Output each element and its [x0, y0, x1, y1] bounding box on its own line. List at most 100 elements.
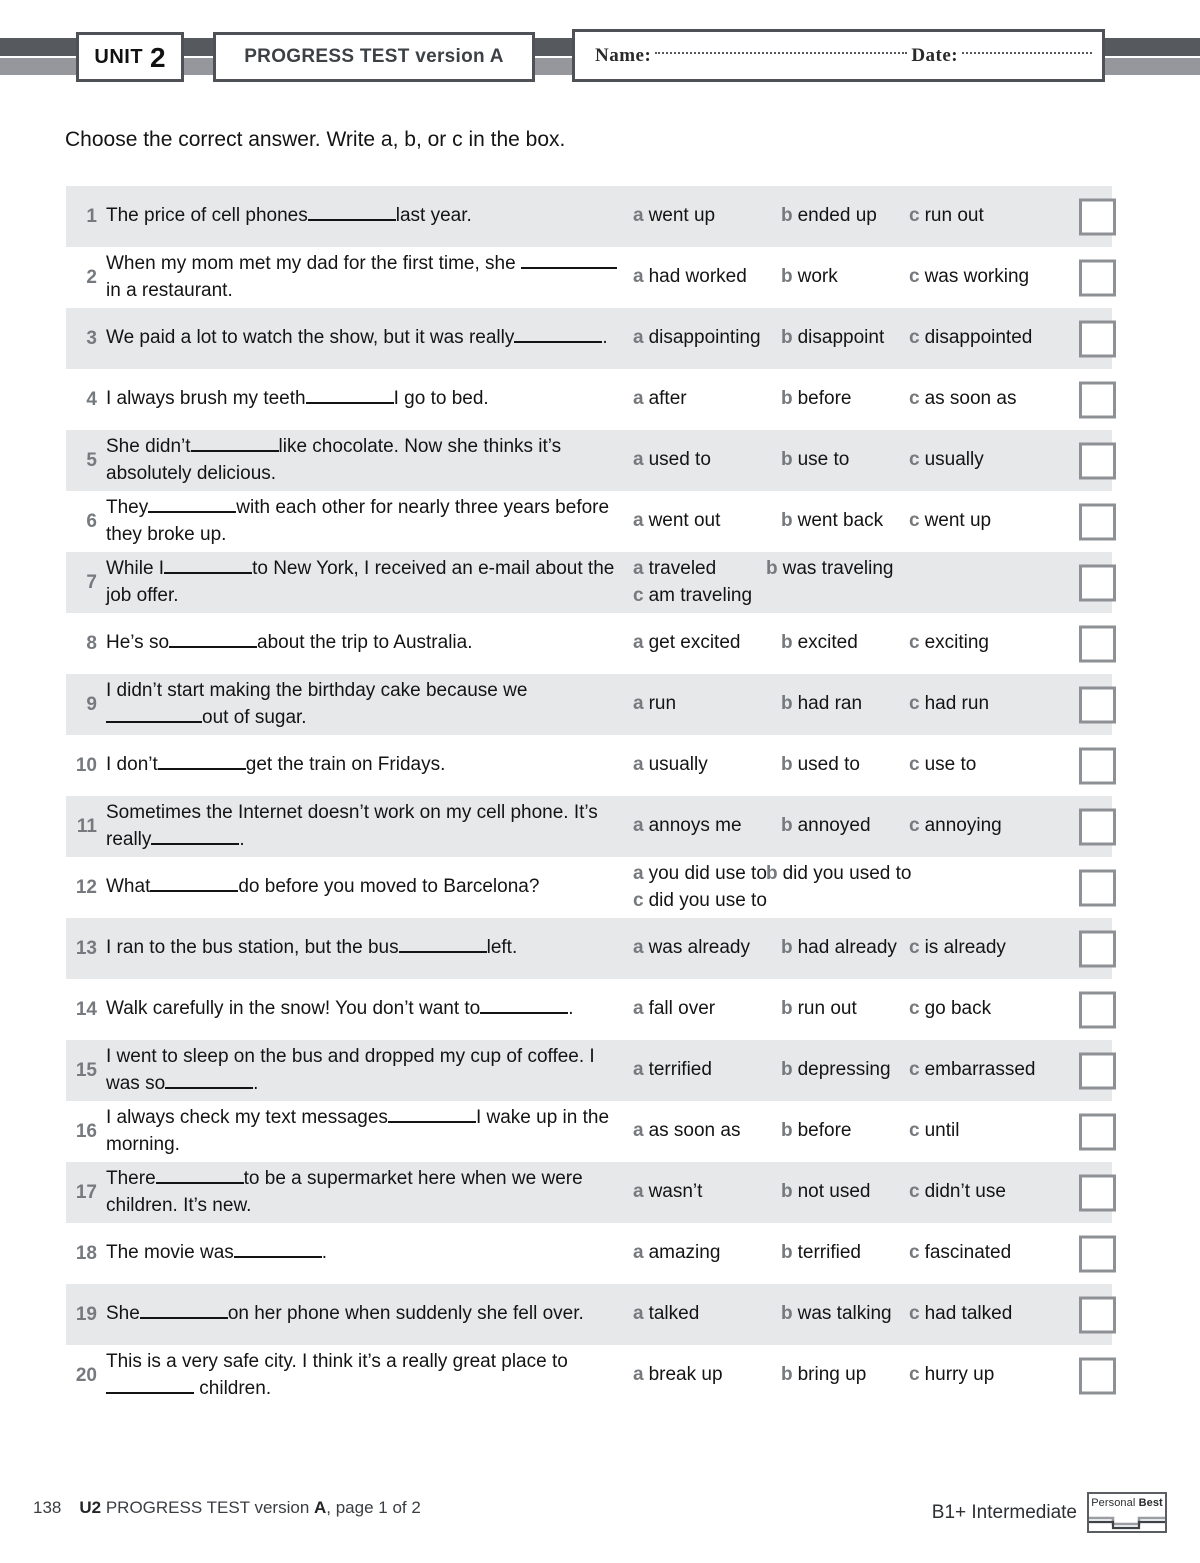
- answer-blank[interactable]: [398, 936, 487, 954]
- option-b[interactable]: b was traveling: [766, 556, 898, 583]
- answer-blank[interactable]: [165, 1072, 254, 1089]
- option-b[interactable]: b run out: [781, 996, 909, 1023]
- answer-box[interactable]: [1079, 198, 1116, 235]
- option-a[interactable]: a as soon as: [633, 1118, 781, 1145]
- option-a[interactable]: a fall over: [633, 996, 781, 1023]
- option-b[interactable]: b disappoint: [781, 325, 909, 352]
- option-a[interactable]: a break up: [633, 1362, 781, 1389]
- answer-box[interactable]: [1079, 930, 1116, 967]
- option-a[interactable]: a used to: [633, 447, 781, 474]
- option-a[interactable]: a amazing: [633, 1240, 781, 1267]
- option-c[interactable]: c go back: [909, 996, 995, 1023]
- option-b[interactable]: b had already: [781, 935, 909, 962]
- answer-box[interactable]: [1079, 564, 1116, 601]
- option-c[interactable]: c usually: [909, 447, 988, 474]
- answer-blank[interactable]: [106, 706, 202, 723]
- answer-box[interactable]: [1079, 686, 1116, 723]
- option-b[interactable]: b use to: [781, 447, 909, 474]
- option-b[interactable]: b used to: [781, 752, 909, 779]
- option-c[interactable]: c embarrassed: [909, 1057, 1039, 1084]
- option-c[interactable]: c is already: [909, 935, 1010, 962]
- option-a[interactable]: a run: [633, 691, 781, 718]
- answer-blank[interactable]: [190, 435, 279, 452]
- answer-blank[interactable]: [148, 496, 237, 513]
- answer-box[interactable]: [1079, 320, 1116, 357]
- option-b[interactable]: b before: [781, 1118, 909, 1145]
- answer-blank[interactable]: [164, 557, 253, 574]
- answer-box[interactable]: [1079, 1296, 1116, 1333]
- answer-blank[interactable]: [106, 1377, 194, 1394]
- option-b[interactable]: b terrified: [781, 1240, 909, 1267]
- option-c[interactable]: c annoying: [909, 813, 1006, 840]
- answer-box[interactable]: [1079, 1174, 1116, 1211]
- answer-box[interactable]: [1079, 808, 1116, 845]
- answer-blank[interactable]: [387, 1106, 476, 1123]
- option-c[interactable]: c fascinated: [909, 1240, 1015, 1267]
- answer-box[interactable]: [1079, 991, 1116, 1028]
- answer-blank[interactable]: [157, 753, 246, 771]
- answer-box[interactable]: [1079, 625, 1116, 662]
- option-c[interactable]: c as soon as: [909, 386, 1020, 413]
- option-b[interactable]: b bring up: [781, 1362, 909, 1389]
- answer-blank[interactable]: [305, 387, 394, 405]
- option-c[interactable]: c exciting: [909, 630, 993, 657]
- answer-blank[interactable]: [155, 1167, 244, 1184]
- answer-blank[interactable]: [139, 1302, 228, 1320]
- option-a[interactable]: a get excited: [633, 630, 781, 657]
- answer-box[interactable]: [1079, 503, 1116, 540]
- option-a[interactable]: a traveled: [633, 556, 766, 583]
- answer-blank[interactable]: [307, 204, 396, 222]
- option-c[interactable]: c hurry up: [909, 1362, 998, 1389]
- answer-box[interactable]: [1079, 1235, 1116, 1272]
- option-a[interactable]: a was already: [633, 935, 781, 962]
- option-b[interactable]: b went back: [781, 508, 909, 535]
- option-b[interactable]: b before: [781, 386, 909, 413]
- option-c[interactable]: c was working: [909, 264, 1033, 291]
- option-a[interactable]: a wasn’t: [633, 1179, 781, 1206]
- option-b[interactable]: b not used: [781, 1179, 909, 1206]
- option-b[interactable]: b was talking: [781, 1301, 909, 1328]
- option-a[interactable]: a annoys me: [633, 813, 781, 840]
- answer-box[interactable]: [1079, 869, 1116, 906]
- answer-blank[interactable]: [480, 997, 569, 1015]
- option-c[interactable]: c use to: [909, 752, 980, 779]
- answer-box[interactable]: [1079, 1113, 1116, 1150]
- option-b[interactable]: b had ran: [781, 691, 909, 718]
- answer-box[interactable]: [1079, 747, 1116, 784]
- option-a[interactable]: a after: [633, 386, 781, 413]
- option-a[interactable]: a talked: [633, 1301, 781, 1328]
- option-c[interactable]: c didn’t use: [909, 1179, 1010, 1206]
- answer-box[interactable]: [1079, 259, 1116, 296]
- answer-blank[interactable]: [169, 631, 258, 649]
- option-c[interactable]: c disappointed: [909, 325, 1036, 352]
- option-c[interactable]: c had talked: [909, 1301, 1016, 1328]
- answer-blank[interactable]: [233, 1241, 322, 1259]
- answer-blank[interactable]: [520, 252, 617, 269]
- name-input-line[interactable]: [655, 51, 908, 54]
- answer-blank[interactable]: [151, 828, 240, 845]
- answer-blank[interactable]: [150, 875, 239, 893]
- option-c[interactable]: c had run: [909, 691, 993, 718]
- option-a[interactable]: a went out: [633, 508, 781, 535]
- answer-box[interactable]: [1079, 1357, 1116, 1394]
- option-c[interactable]: c went up: [909, 508, 995, 535]
- option-b[interactable]: b annoyed: [781, 813, 909, 840]
- option-c[interactable]: c am traveling: [633, 583, 1112, 610]
- option-b[interactable]: b depressing: [781, 1057, 909, 1084]
- option-b[interactable]: b work: [781, 264, 909, 291]
- answer-box[interactable]: [1079, 442, 1116, 479]
- option-a[interactable]: a had worked: [633, 264, 781, 291]
- option-a[interactable]: a you did use to: [633, 861, 767, 888]
- option-b[interactable]: b ended up: [781, 203, 909, 230]
- answer-blank[interactable]: [514, 326, 603, 344]
- answer-box[interactable]: [1079, 1052, 1116, 1089]
- date-input-line[interactable]: [962, 51, 1093, 54]
- option-a[interactable]: a terrified: [633, 1057, 781, 1084]
- option-b[interactable]: b excited: [781, 630, 909, 657]
- answer-box[interactable]: [1079, 381, 1116, 418]
- option-a[interactable]: a usually: [633, 752, 781, 779]
- option-c[interactable]: c did you use to: [633, 888, 1112, 915]
- option-a[interactable]: a went up: [633, 203, 781, 230]
- option-c[interactable]: c run out: [909, 203, 988, 230]
- option-c[interactable]: c until: [909, 1118, 963, 1145]
